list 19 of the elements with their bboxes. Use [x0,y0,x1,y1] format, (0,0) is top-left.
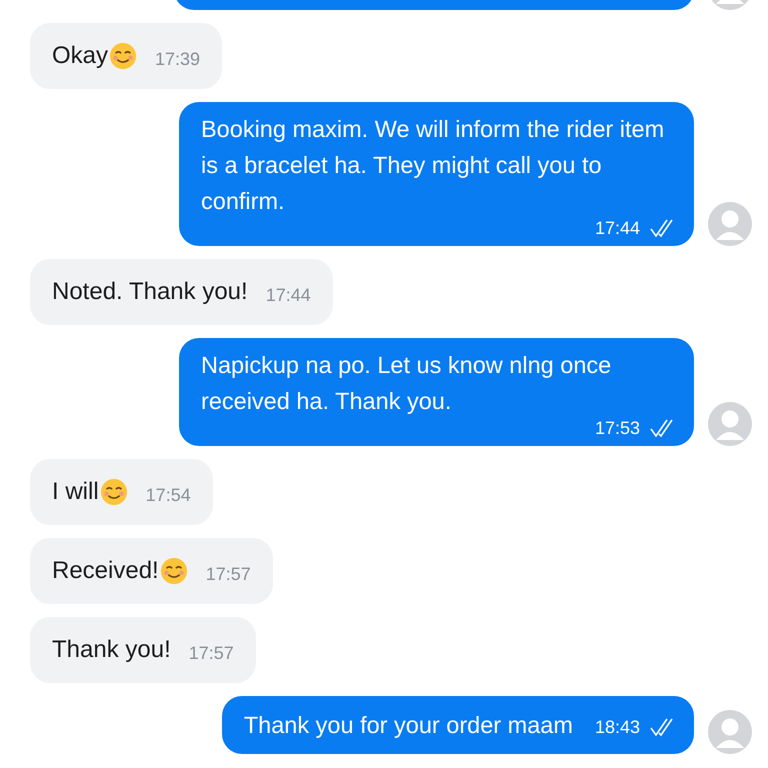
message-time: 17:44 [266,284,311,307]
message-text: Noted. Thank you! [52,277,248,307]
avatar-icon [708,710,752,754]
message-time: 18:43 [594,716,640,738]
message-time: 17:53 [594,417,640,439]
avatar-icon [708,402,752,446]
message-time: 17:39 [155,48,200,71]
message-text: Napickup na po. Let us know nlng once received ha. Thank you. [201,351,612,416]
avatar-icon [708,202,752,246]
message-time: 17:57 [188,642,234,665]
message-text: Received! [52,556,159,586]
message-text: Thank you for your order maam [244,711,573,740]
message-text: Thank you! [52,635,171,665]
message-time: 17:44 [594,217,640,239]
message-text: Okay [52,41,108,71]
message-time: 17:54 [146,484,191,507]
message-time: 17:57 [206,563,251,586]
message-text: Booking maxim. We will inform the rider item is a bracelet ha. They might call you to confirm. [201,115,666,216]
message-text: I will [52,477,99,507]
